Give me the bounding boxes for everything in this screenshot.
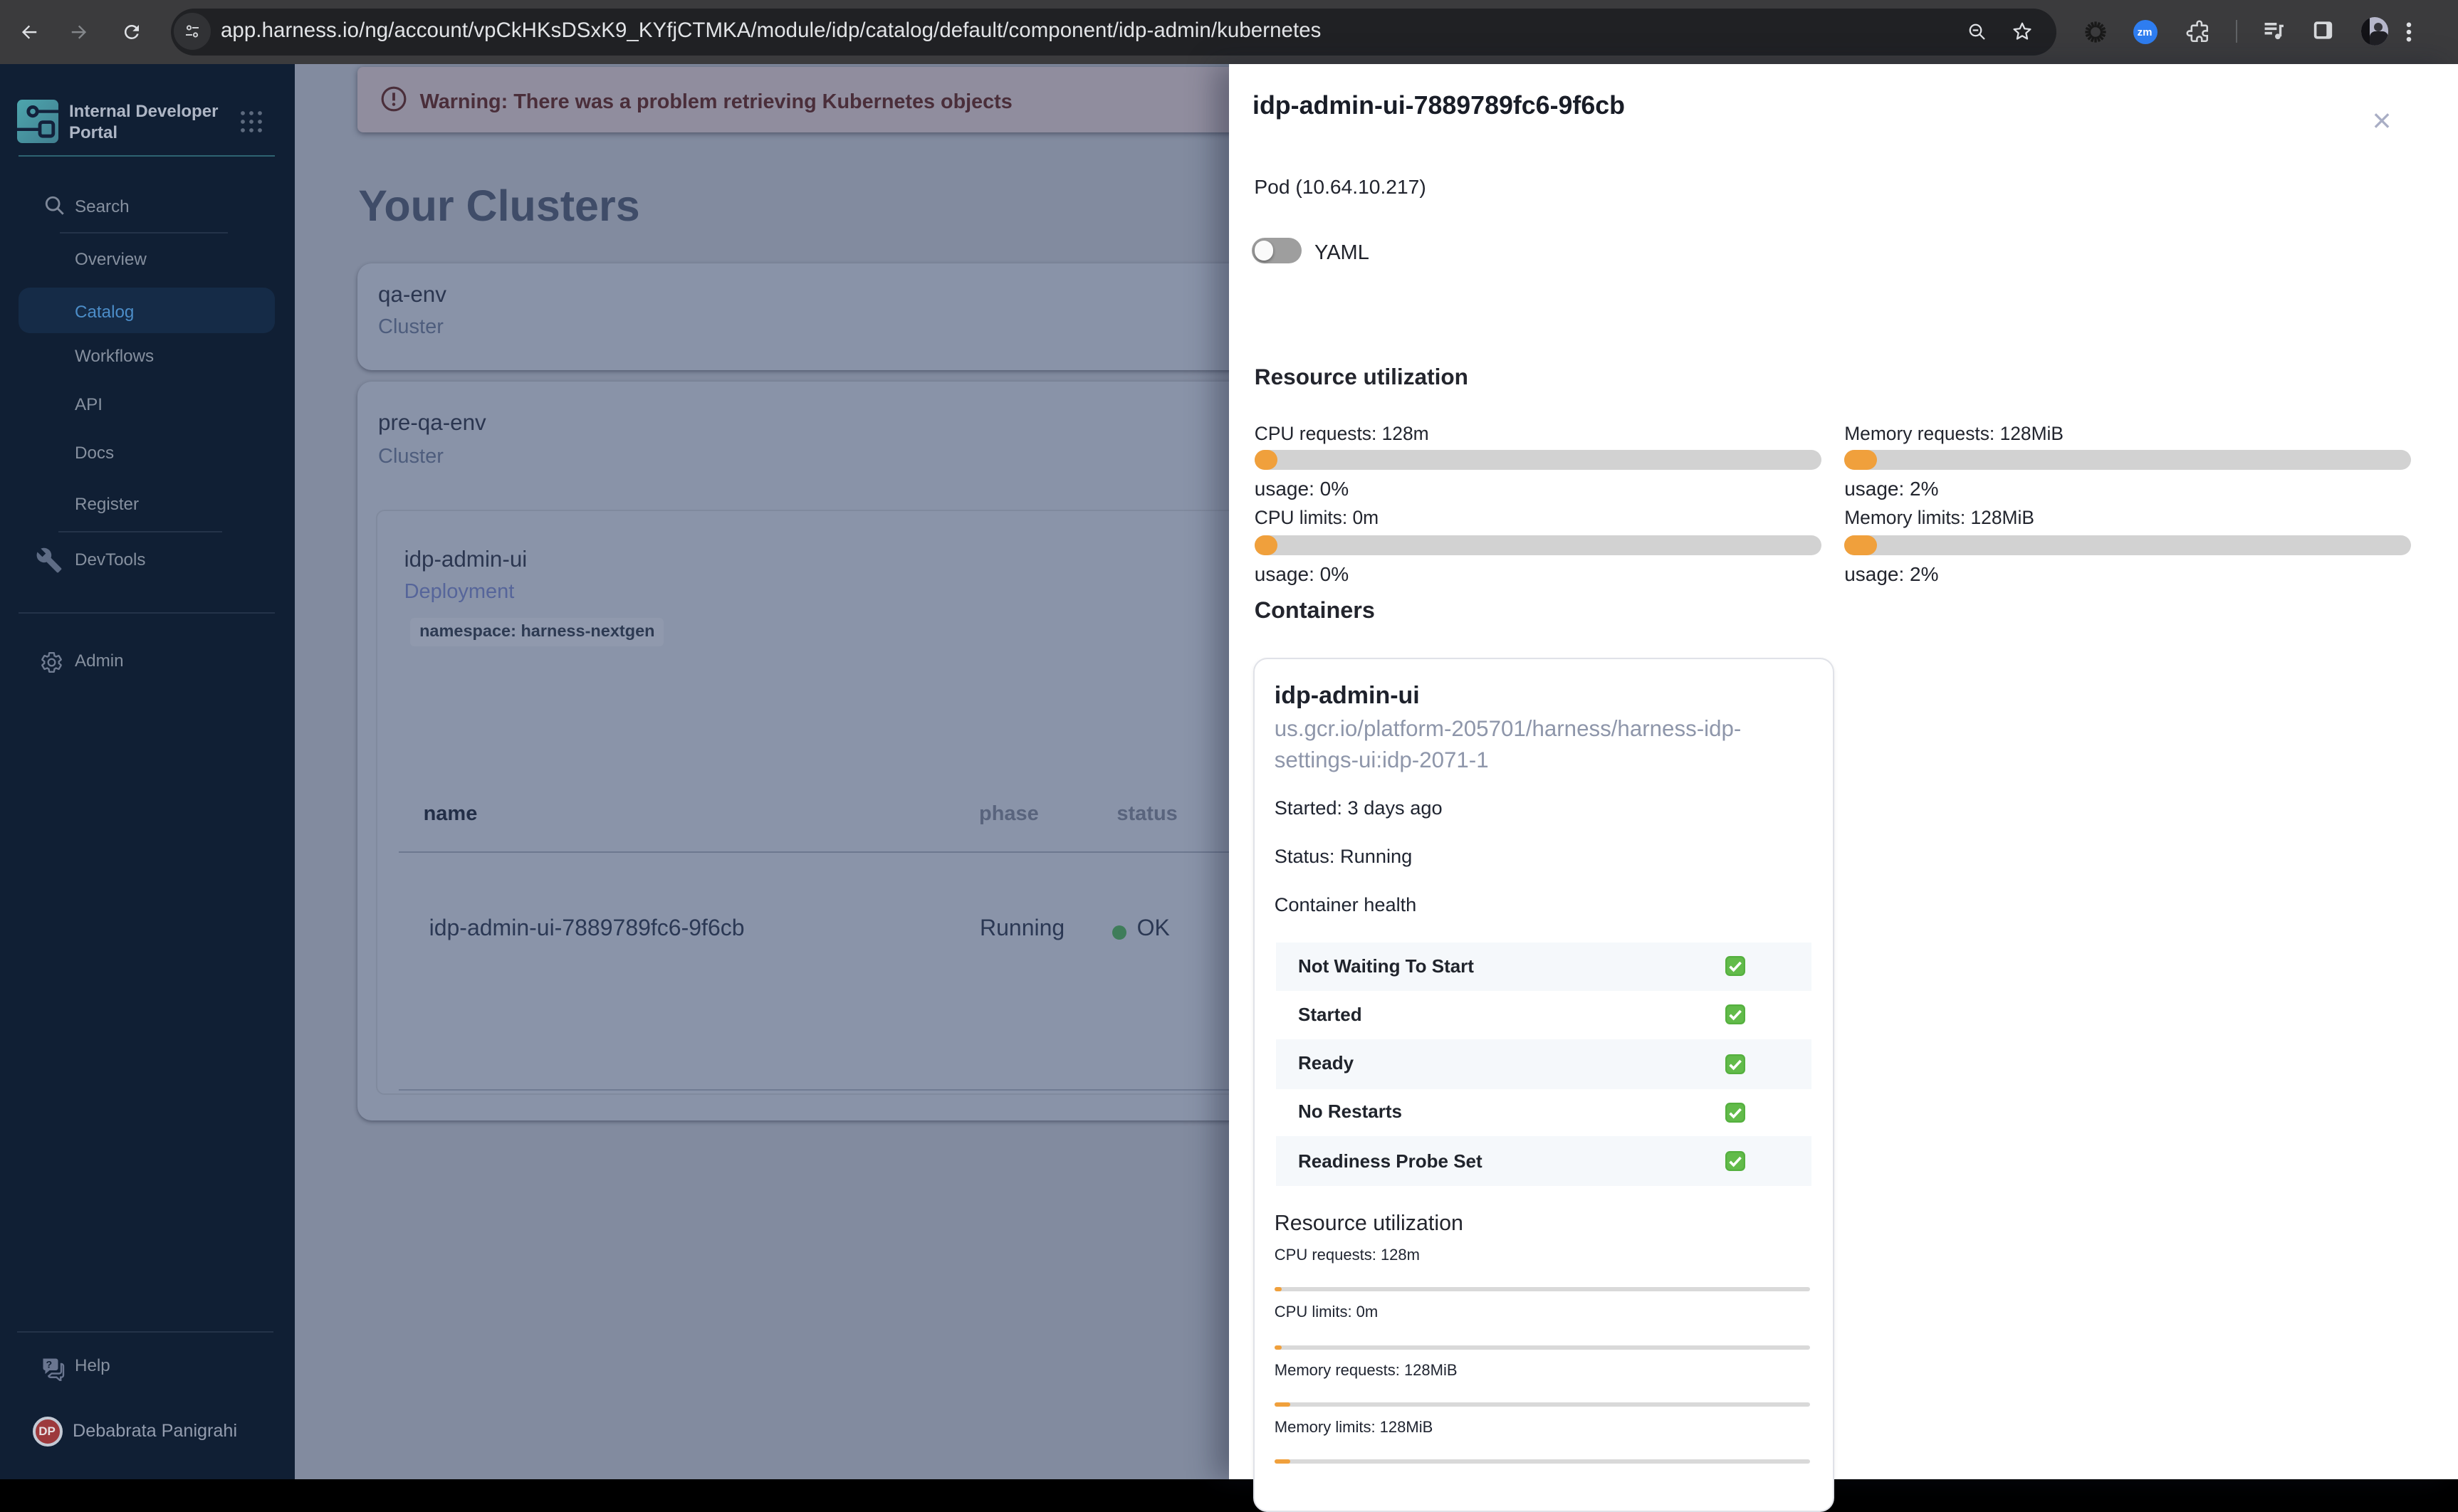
svg-text:?: ? xyxy=(46,1359,52,1370)
